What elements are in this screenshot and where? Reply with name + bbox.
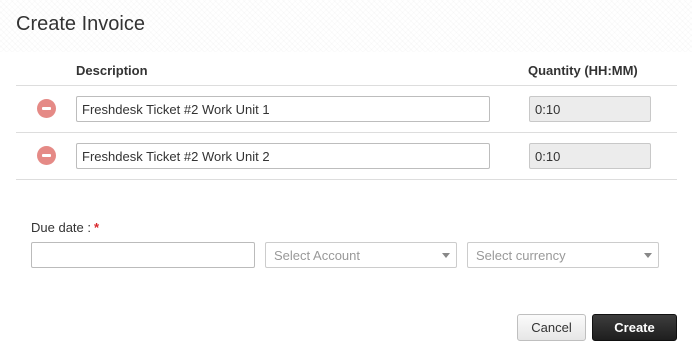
account-select[interactable]: Select Account [265, 242, 457, 268]
due-date-input[interactable] [31, 242, 255, 268]
quantity-input[interactable] [529, 96, 651, 122]
description-input[interactable] [76, 143, 490, 169]
table-divider [16, 85, 677, 86]
quantity-input[interactable] [529, 143, 651, 169]
cancel-button[interactable]: Cancel [517, 314, 586, 341]
dialog-header: Create Invoice [0, 0, 692, 52]
currency-select[interactable]: Select currency [467, 242, 659, 268]
remove-row-icon[interactable] [37, 99, 56, 118]
due-date-label-text: Due date : [31, 220, 91, 235]
due-date-label: Due date : * [31, 220, 99, 235]
remove-row-icon[interactable] [37, 146, 56, 165]
caret-down-icon [644, 253, 652, 258]
dialog-title: Create Invoice [16, 13, 145, 35]
currency-select-placeholder: Select currency [476, 248, 566, 263]
column-header-description: Description [76, 63, 148, 78]
account-select-placeholder: Select Account [274, 248, 360, 263]
caret-down-icon [442, 253, 450, 258]
required-marker: * [94, 220, 100, 235]
table-divider [16, 179, 677, 180]
description-input[interactable] [76, 96, 490, 122]
create-button[interactable]: Create [592, 314, 677, 341]
column-header-quantity: Quantity (HH:MM) [528, 63, 638, 78]
table-divider [16, 132, 677, 133]
